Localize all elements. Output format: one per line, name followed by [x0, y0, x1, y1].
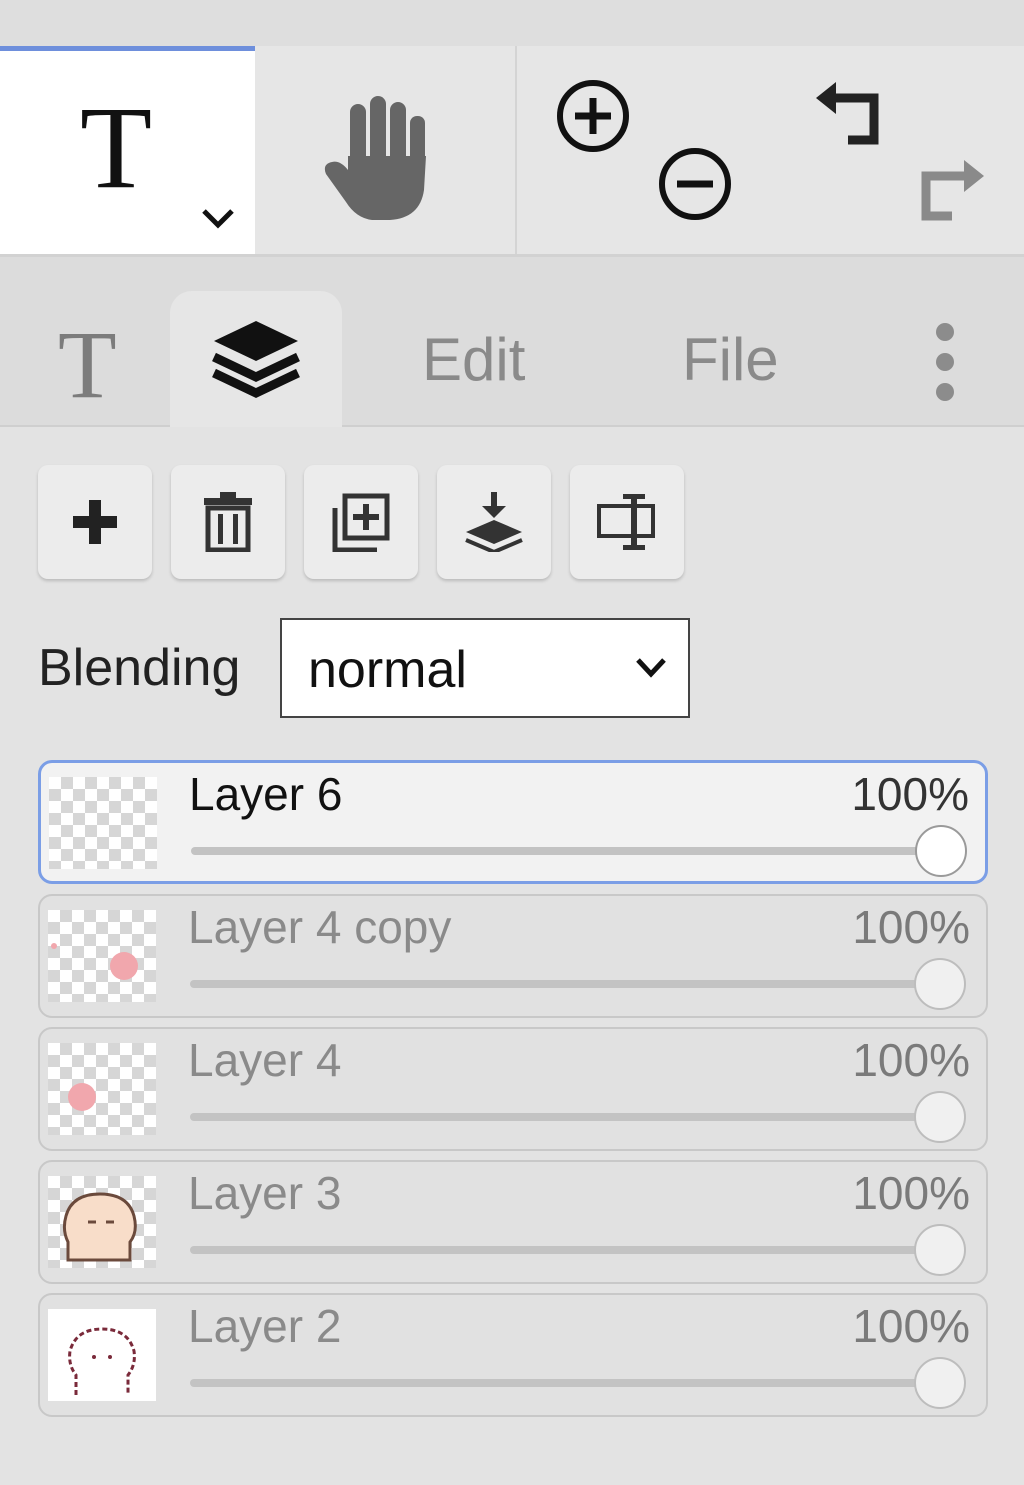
layer-thumbnail: [48, 1043, 156, 1135]
toolbar: T: [0, 46, 1024, 257]
hand-tool-button[interactable]: [320, 94, 440, 229]
blending-label: Blending: [38, 639, 241, 697]
chevron-down-icon[interactable]: [198, 203, 238, 238]
opacity-slider-track[interactable]: [190, 1246, 940, 1254]
opacity-slider-track[interactable]: [191, 847, 941, 855]
layer-opacity-value: 100%: [852, 1034, 970, 1086]
zoom-in-icon: [555, 80, 631, 158]
layer-opacity-value: 100%: [851, 768, 969, 820]
opacity-slider-track[interactable]: [190, 1379, 940, 1387]
rename-layer-button[interactable]: [570, 465, 684, 579]
layer-thumbnail: [48, 1176, 156, 1268]
layer-name: Layer 4 copy: [188, 901, 452, 953]
more-vertical-icon[interactable]: [930, 317, 960, 401]
opacity-slider-handle[interactable]: [914, 1091, 966, 1143]
layer-row[interactable]: Layer 6 100%: [38, 760, 988, 884]
tab-layers[interactable]: [170, 291, 342, 427]
zoom-in-button[interactable]: [555, 78, 631, 159]
panel-tabs: T Edit File: [0, 257, 1024, 427]
opacity-slider-handle[interactable]: [914, 1357, 966, 1409]
layer-thumbnail: [48, 910, 156, 1002]
opacity-slider-handle[interactable]: [915, 825, 967, 877]
layer-row[interactable]: Layer 3 100%: [38, 1160, 988, 1284]
chevron-down-icon: [636, 658, 666, 678]
blending-value: normal: [308, 641, 467, 699]
layer-thumbnail: [49, 777, 157, 869]
layer-opacity-value: 100%: [852, 901, 970, 953]
zoom-out-icon: [657, 148, 733, 226]
undo-button[interactable]: [812, 76, 888, 157]
opacity-slider-track[interactable]: [190, 1113, 940, 1121]
layer-name: Layer 2: [188, 1300, 342, 1352]
layer-row[interactable]: Layer 4 100%: [38, 1027, 988, 1151]
redo-icon: [912, 160, 988, 226]
layer-row[interactable]: Layer 4 copy 100%: [38, 894, 988, 1018]
add-layer-button[interactable]: [38, 465, 152, 579]
delete-layer-button[interactable]: [171, 465, 285, 579]
layer-opacity-value: 100%: [852, 1300, 970, 1352]
layer-thumbnail: [48, 1309, 156, 1401]
opacity-slider-track[interactable]: [190, 980, 940, 988]
toolbar-divider: [515, 46, 517, 254]
text-tool-icon: T: [80, 82, 153, 213]
tab-edit[interactable]: Edit: [422, 325, 525, 394]
redo-button[interactable]: [912, 146, 988, 227]
undo-icon: [812, 82, 888, 156]
text-tool-button[interactable]: T: [0, 46, 255, 254]
duplicate-layer-button[interactable]: [304, 465, 418, 579]
blending-select[interactable]: normal: [280, 618, 690, 718]
zoom-out-button[interactable]: [657, 146, 733, 227]
layer-opacity-value: 100%: [852, 1167, 970, 1219]
merge-down-button[interactable]: [437, 465, 551, 579]
layer-name: Layer 6: [189, 768, 343, 820]
tab-file[interactable]: File: [682, 325, 779, 394]
layer-name: Layer 4: [188, 1034, 342, 1086]
opacity-slider-handle[interactable]: [914, 1224, 966, 1276]
hand-icon: [320, 96, 440, 228]
window-top-strip: [0, 0, 1024, 46]
layer-name: Layer 3: [188, 1167, 342, 1219]
layer-row[interactable]: Layer 2 100%: [38, 1293, 988, 1417]
opacity-slider-handle[interactable]: [914, 958, 966, 1010]
tab-text[interactable]: T: [58, 317, 117, 413]
